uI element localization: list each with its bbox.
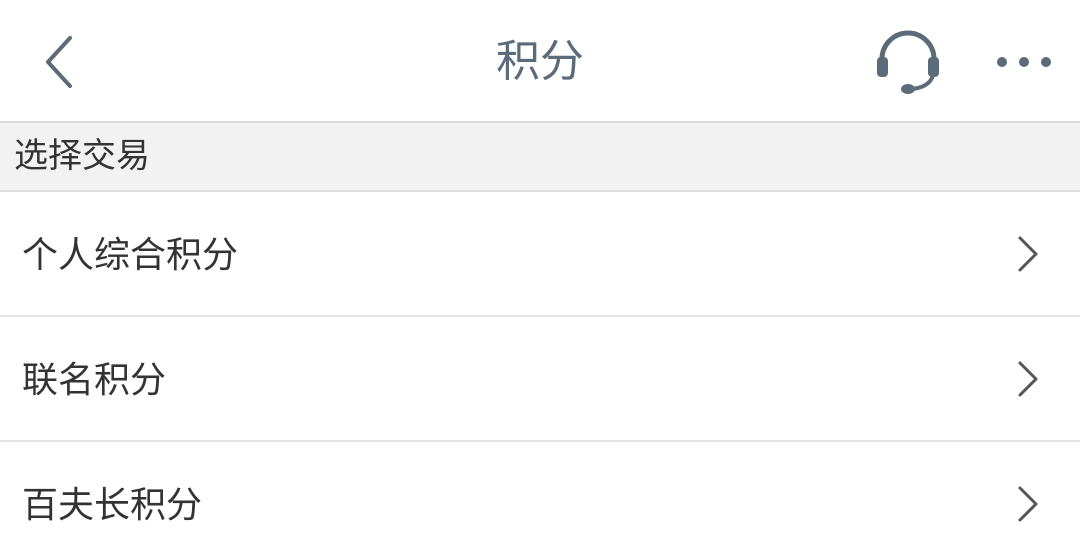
list-item-label: 联名积分 bbox=[22, 360, 167, 401]
list-item-personal-points[interactable]: 个人综合积分 bbox=[0, 192, 1080, 317]
chevron-left-icon bbox=[46, 36, 72, 88]
more-horizontal-icon bbox=[997, 57, 1051, 67]
section-header-label: 选择交易 bbox=[14, 136, 150, 176]
points-screen: 积分 选择交易 个人综合积分 联名积分 百夫长积分 bbox=[0, 0, 1080, 540]
chevron-right-icon bbox=[1010, 357, 1046, 401]
more-options-button[interactable] bbox=[986, 30, 1062, 94]
headset-icon bbox=[877, 30, 939, 94]
chevron-right-icon bbox=[1010, 232, 1046, 276]
page-title: 积分 bbox=[496, 36, 584, 87]
back-button[interactable] bbox=[30, 30, 90, 94]
customer-service-button[interactable] bbox=[868, 24, 948, 100]
chevron-right-icon bbox=[1010, 482, 1046, 526]
list-item-centurion-points[interactable]: 百夫长积分 bbox=[0, 442, 1080, 540]
list-item-co-brand-points[interactable]: 联名积分 bbox=[0, 317, 1080, 442]
section-header: 选择交易 bbox=[0, 123, 1080, 192]
list-item-label: 百夫长积分 bbox=[22, 485, 203, 526]
list-item-label: 个人综合积分 bbox=[22, 235, 239, 276]
navigation-bar: 积分 bbox=[0, 0, 1080, 123]
